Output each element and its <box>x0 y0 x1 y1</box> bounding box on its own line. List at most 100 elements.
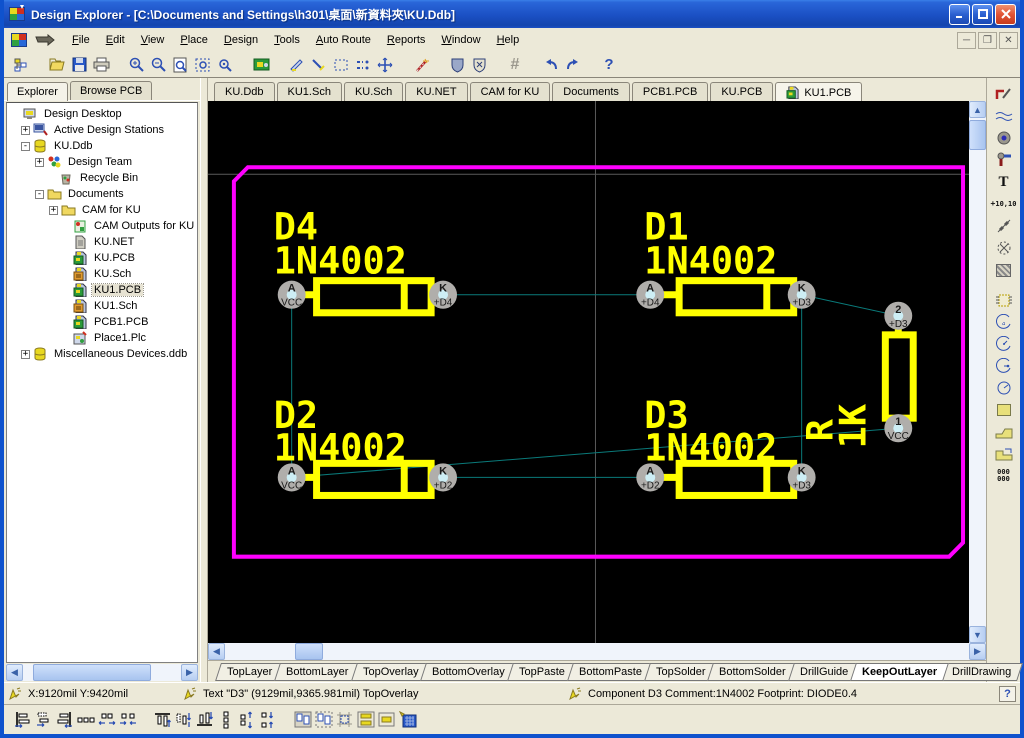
open-document-icon[interactable] <box>46 54 68 75</box>
magic-wand-icon[interactable] <box>410 54 432 75</box>
tree-item-pcb1-pcb[interactable]: PCB1.PCB <box>7 314 197 330</box>
space-vertical-equal-icon[interactable] <box>215 709 236 731</box>
layer-tab-bottomsolder[interactable]: BottomSolder <box>708 663 799 681</box>
menu-auto-route[interactable]: Auto Route <box>308 31 379 49</box>
place-dimension-icon[interactable] <box>992 216 1016 236</box>
scroll-right-arrow[interactable]: ▶ <box>969 643 986 660</box>
measure-icon[interactable] <box>308 54 330 75</box>
tree-item-ku1-sch[interactable]: KU1.Sch <box>7 298 197 314</box>
zoom-out-icon[interactable] <box>148 54 170 75</box>
arrange-components-icon[interactable] <box>355 709 376 731</box>
component-r[interactable] <box>885 324 913 424</box>
doctab-ku-sch[interactable]: KU.Sch <box>344 82 403 101</box>
tree-item-recycle-bin[interactable]: Recycle Bin <box>7 170 197 186</box>
doctab-ku1-pcb-active[interactable]: KU1.PCB <box>775 82 862 102</box>
place-arc-edge-icon[interactable] <box>992 106 1016 126</box>
place-coordinate-icon[interactable]: +10,10 <box>992 194 1016 214</box>
align-right-icon[interactable] <box>54 709 75 731</box>
place-track-icon[interactable] <box>992 84 1016 104</box>
scroll-thumb[interactable] <box>969 120 986 150</box>
align-top-icon[interactable] <box>152 709 173 731</box>
edit-arc-center-icon[interactable] <box>992 334 1016 354</box>
tree-item-ku-net[interactable]: KU.NET <box>7 234 197 250</box>
tree-item-design-desktop[interactable]: Design Desktop <box>7 106 197 122</box>
tab-explorer[interactable]: Explorer <box>7 82 68 101</box>
select-area-icon[interactable] <box>330 54 352 75</box>
knife-icon[interactable] <box>286 54 308 75</box>
menu-reports[interactable]: Reports <box>379 31 434 49</box>
interactive-placement-icon[interactable] <box>397 709 418 731</box>
close-button[interactable] <box>995 4 1016 25</box>
space-horizontal-equal-icon[interactable] <box>75 709 96 731</box>
pad-d3-k[interactable]: K+D3 <box>788 463 816 491</box>
design-explorer-arrow-icon[interactable] <box>32 31 58 49</box>
pad-d2-k[interactable]: K+D2 <box>429 463 457 491</box>
scroll-thumb[interactable] <box>295 643 323 660</box>
menu-design[interactable]: Design <box>216 31 266 49</box>
layer-tab-topsolder[interactable]: TopSolder <box>644 663 717 681</box>
space-vertical-increase-icon[interactable] <box>236 709 257 731</box>
layer-tab-drillguide[interactable]: DrillGuide <box>788 663 860 681</box>
menu-tools[interactable]: Tools <box>266 31 308 49</box>
pad-d1-a[interactable]: A+D4 <box>636 281 664 309</box>
tree-item-ku1-pcb[interactable]: KU1.PCB <box>7 282 197 298</box>
component-d4[interactable] <box>300 281 439 313</box>
move-to-grid-icon[interactable] <box>334 709 355 731</box>
board-browse-icon[interactable] <box>250 54 272 75</box>
align-left-icon[interactable] <box>12 709 33 731</box>
place-pad-icon[interactable] <box>992 128 1016 148</box>
menu-place[interactable]: Place <box>172 31 216 49</box>
align-bottom-icon[interactable] <box>194 709 215 731</box>
comment-d4[interactable]: 1N4002 <box>274 240 407 283</box>
mdi-restore-button[interactable]: ❐ <box>978 32 997 49</box>
pad-d2-a[interactable]: AVCC <box>278 463 306 491</box>
tree-item-design-team[interactable]: +Design Team <box>7 154 197 170</box>
space-horizontal-decrease-icon[interactable] <box>117 709 138 731</box>
layer-tab-bottomlayer[interactable]: BottomLayer <box>274 663 360 681</box>
layer-tab-bottompaste[interactable]: BottomPaste <box>567 663 654 681</box>
layer-tab-toppaste[interactable]: TopPaste <box>507 663 577 681</box>
pad-d4-a[interactable]: AVCC <box>278 281 306 309</box>
arrange-outside-room-icon[interactable] <box>313 709 334 731</box>
place-component-icon[interactable] <box>992 290 1016 310</box>
minimize-button[interactable] <box>949 4 970 25</box>
shield-filled-icon[interactable] <box>446 54 468 75</box>
pad-d3-a[interactable]: A+D2 <box>636 463 664 491</box>
tab-browse-pcb[interactable]: Browse PCB <box>70 81 152 100</box>
pad-d1-k[interactable]: K+D3 <box>788 281 816 309</box>
menu-view[interactable]: View <box>133 31 173 49</box>
doctab-documents[interactable]: Documents <box>552 82 630 101</box>
zoom-document-icon[interactable] <box>170 54 192 75</box>
align-vertical-center-icon[interactable] <box>173 709 194 731</box>
grid-toggle-icon[interactable]: # <box>504 54 526 75</box>
scroll-left-arrow[interactable]: ◀ <box>208 643 225 660</box>
layer-tab-drilldrawing[interactable]: DrillDrawing <box>940 663 1023 681</box>
zoom-point-icon[interactable] <box>214 54 236 75</box>
tree-item-cam-for-ku[interactable]: +CAM for KU <box>7 202 197 218</box>
tree-item-ku-sch[interactable]: KU.Sch <box>7 266 197 282</box>
arrange-within-room-icon[interactable] <box>292 709 313 731</box>
break-track-icon[interactable] <box>352 54 374 75</box>
doctab-ku-pcb[interactable]: KU.PCB <box>710 82 773 101</box>
move-cross-icon[interactable] <box>374 54 396 75</box>
align-horizontal-center-icon[interactable] <box>33 709 54 731</box>
doctab-ku1-sch[interactable]: KU1.Sch <box>277 82 342 101</box>
title-bar[interactable]: Design Explorer - [C:\Documents and Sett… <box>4 0 1020 28</box>
canvas-vertical-scrollbar[interactable]: ▲ ▼ <box>969 101 986 643</box>
save-icon[interactable] <box>68 54 90 75</box>
tree-item-cam-outputs-for-ku[interactable]: CAM Outputs for KU <box>7 218 197 234</box>
pad-r-2[interactable]: 2+D3 <box>884 302 912 330</box>
place-string-icon[interactable]: T <box>992 172 1016 192</box>
doctab-ku-net[interactable]: KU.NET <box>405 82 467 101</box>
space-horizontal-increase-icon[interactable] <box>96 709 117 731</box>
comment-d2[interactable]: 1N4002 <box>274 426 407 469</box>
undo-icon[interactable] <box>540 54 562 75</box>
tree-item-ku-pcb[interactable]: KU.PCB <box>7 250 197 266</box>
place-polygon-icon[interactable] <box>992 422 1016 442</box>
tree-item-active-design-stations[interactable]: +Active Design Stations <box>7 122 197 138</box>
scroll-thumb[interactable] <box>33 664 151 681</box>
zoom-area-icon[interactable] <box>192 54 214 75</box>
print-icon[interactable] <box>90 54 112 75</box>
place-fill-icon[interactable] <box>992 400 1016 420</box>
comment-r[interactable]: 1K <box>832 403 875 448</box>
